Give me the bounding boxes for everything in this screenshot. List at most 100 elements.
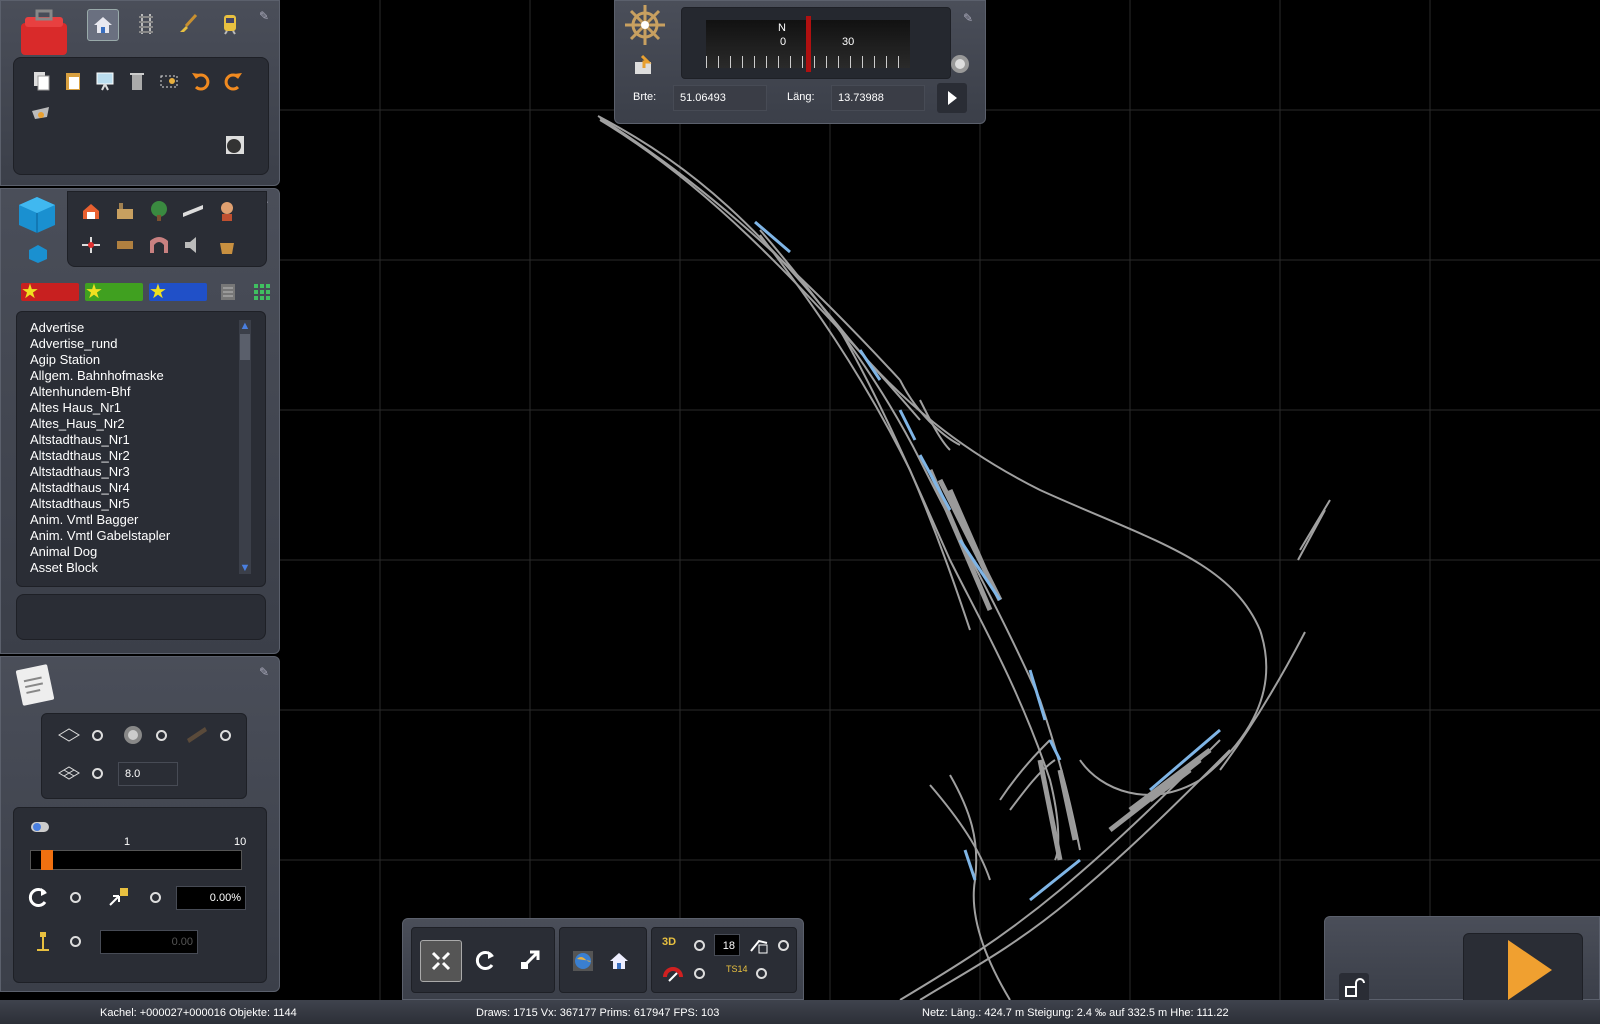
track-network[interactable] [597, 115, 1331, 1001]
height-marker-icon[interactable] [28, 926, 58, 956]
brush-size-slider[interactable] [30, 850, 242, 870]
list-item[interactable]: Asset Block [17, 560, 265, 576]
category-buildings-icon[interactable] [76, 196, 106, 226]
lock-link-radio[interactable] [778, 940, 789, 951]
grid-size-input[interactable]: 8.0 [118, 762, 178, 786]
pin-icon[interactable]: ✎ [257, 665, 271, 679]
pin-icon[interactable]: ✎ [961, 11, 975, 25]
fit-view-icon[interactable] [420, 940, 462, 982]
small-cube-icon[interactable] [23, 239, 53, 269]
scroll-down-arrow-icon[interactable]: ▼ [239, 562, 251, 574]
list-item[interactable]: Advertise [17, 320, 265, 336]
grid-view-icon[interactable] [247, 277, 277, 307]
favorites-green-button[interactable]: ★ [85, 281, 143, 303]
lock-link-icon[interactable] [744, 930, 774, 960]
go-to-coordinates-button[interactable] [937, 83, 967, 113]
category-people-icon[interactable] [212, 196, 242, 226]
list-item[interactable]: Altstadthaus_Nr2 [17, 448, 265, 464]
brush-radius-icon[interactable] [26, 812, 56, 842]
longitude-input[interactable]: 13.73988 [831, 85, 925, 111]
list-item[interactable]: Altenhundem-Bhf [17, 384, 265, 400]
scroll-up-arrow-icon[interactable]: ▲ [239, 320, 251, 332]
category-sound-icon[interactable] [178, 230, 208, 260]
globe-icon[interactable] [568, 946, 598, 976]
3d-radio[interactable] [694, 940, 705, 951]
trash-icon[interactable] [122, 66, 152, 96]
category-trees-icon[interactable] [144, 196, 174, 226]
play-drive-button[interactable] [1508, 940, 1552, 1000]
paint-brush-tool-button[interactable] [173, 9, 203, 39]
home-tool-button[interactable] [87, 9, 119, 41]
list-item[interactable]: Altstadthaus_Nr1 [17, 432, 265, 448]
texture-icon[interactable] [118, 720, 148, 750]
category-arch-icon[interactable] [144, 230, 174, 260]
drive-panel [1324, 916, 1600, 1003]
road-texture-icon[interactable] [182, 720, 212, 750]
unlock-icon[interactable] [1339, 973, 1369, 1003]
grid-terrain-icon[interactable] [54, 758, 84, 788]
ts-version-icon[interactable]: TS14 [726, 964, 748, 974]
list-item[interactable]: Allgem. Bahnhofmaske [17, 368, 265, 384]
list-item[interactable]: Altes_Haus_Nr2 [17, 416, 265, 432]
category-industry-icon[interactable] [110, 196, 140, 226]
height-input[interactable]: 0.00 [100, 930, 198, 954]
copy-icon[interactable] [26, 66, 56, 96]
latitude-input[interactable]: 51.06493 [673, 85, 767, 111]
texture-radio[interactable] [156, 730, 167, 741]
camera-jump-icon[interactable] [629, 51, 659, 81]
crane-tool-icon[interactable] [26, 98, 56, 128]
object-list[interactable]: Advertise Advertise_rund Agip Station Al… [16, 311, 266, 587]
brush-size-icon[interactable] [220, 130, 250, 160]
list-view-icon[interactable] [213, 277, 243, 307]
category-track-objects-icon[interactable] [110, 230, 140, 260]
favorites-red-button[interactable]: ★ [21, 281, 79, 303]
rotate-view-icon[interactable] [468, 942, 504, 978]
magnet-icon[interactable] [658, 960, 688, 990]
counter-input[interactable]: 18 [714, 934, 740, 956]
list-item[interactable]: Anim. Vmtl Bagger [17, 512, 265, 528]
monitor-icon[interactable] [90, 66, 120, 96]
redo-icon[interactable] [218, 66, 248, 96]
select-area-icon[interactable] [154, 66, 184, 96]
rotate-terrain-icon[interactable] [24, 882, 54, 912]
paste-icon[interactable] [58, 66, 88, 96]
percent-input[interactable]: 0.00% [176, 886, 246, 910]
home-view-icon[interactable] [604, 946, 634, 976]
list-item[interactable]: Altstadthaus_Nr5 [17, 496, 265, 512]
3d-icon[interactable]: 3D [662, 936, 676, 948]
list-item[interactable]: Anim. Vmtl Gabelstapler [17, 528, 265, 544]
grid-terrain-radio[interactable] [92, 768, 103, 779]
list-item[interactable]: Altes Haus_Nr1 [17, 400, 265, 416]
magnet-radio[interactable] [694, 968, 705, 979]
category-bridges-icon[interactable] [178, 196, 208, 226]
flat-terrain-radio[interactable] [92, 730, 103, 741]
undo-icon[interactable] [186, 66, 216, 96]
object-cube-icon[interactable] [15, 193, 59, 237]
category-bags-icon[interactable] [212, 230, 242, 260]
target-icon[interactable] [945, 49, 975, 79]
raise-terrain-radio[interactable] [150, 892, 161, 903]
toolbox-icon[interactable] [15, 5, 75, 61]
list-item[interactable]: Agip Station [17, 352, 265, 368]
list-item[interactable]: Altstadthaus_Nr4 [17, 480, 265, 496]
raise-terrain-icon[interactable] [104, 882, 134, 912]
list-item[interactable]: Altstadthaus_Nr3 [17, 464, 265, 480]
scroll-thumb[interactable] [240, 334, 250, 360]
train-tool-button[interactable] [215, 9, 245, 39]
list-item[interactable]: Animal Dog [17, 544, 265, 560]
favorites-blue-button[interactable]: ★ [149, 281, 207, 303]
ts-radio[interactable] [756, 968, 767, 979]
category-signals-icon[interactable] [76, 230, 106, 260]
rotate-terrain-radio[interactable] [70, 892, 81, 903]
flat-terrain-icon[interactable] [54, 720, 84, 750]
slider-handle[interactable] [41, 850, 53, 870]
pin-icon[interactable]: ✎ [257, 9, 271, 23]
height-radio[interactable] [70, 936, 81, 947]
track-tool-button[interactable] [131, 9, 161, 39]
list-item[interactable]: Advertise_rund [17, 336, 265, 352]
road-texture-radio[interactable] [220, 730, 231, 741]
scale-view-icon[interactable] [512, 942, 548, 978]
list-scrollbar[interactable]: ▲ ▼ [239, 320, 251, 574]
ships-wheel-icon[interactable] [623, 3, 667, 47]
terrain-clipboard-icon[interactable] [13, 663, 57, 707]
